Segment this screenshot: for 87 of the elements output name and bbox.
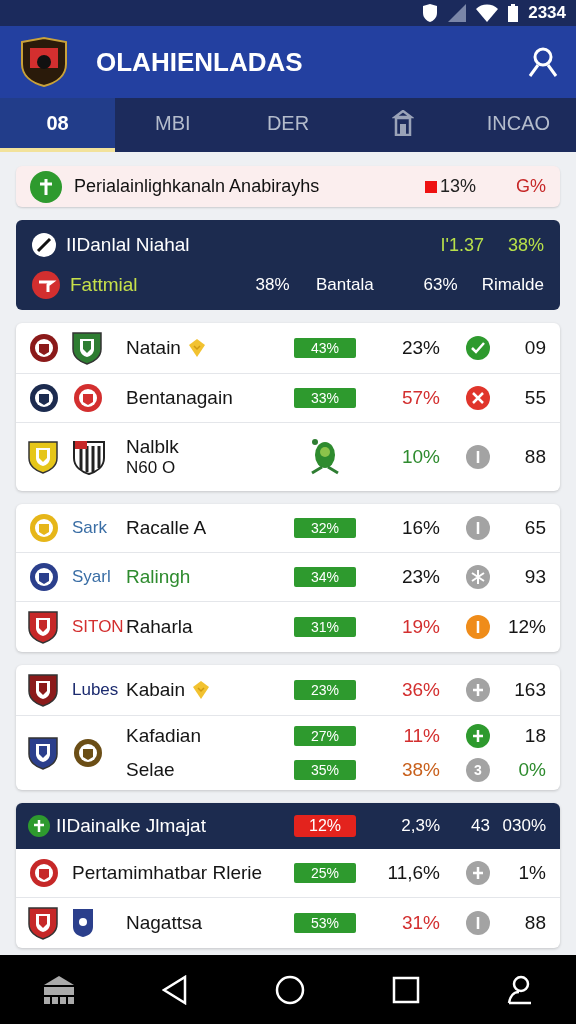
team-name: Natain xyxy=(126,337,181,359)
team-name: Pertamimhatbar Rlerie xyxy=(72,862,263,884)
percentage: 38% xyxy=(400,759,440,781)
score: 88 xyxy=(523,446,546,468)
odds-pill: 33% xyxy=(294,388,356,408)
team-code: SITON xyxy=(72,617,125,637)
team-code: Lubes xyxy=(72,680,120,700)
change-value: 13% xyxy=(439,176,476,197)
odds-pill: 34% xyxy=(294,567,356,587)
summary-cell-text: Bantala xyxy=(314,275,374,295)
score: 09 xyxy=(523,337,546,359)
shield-icon xyxy=(422,4,439,22)
score: 88 xyxy=(523,912,546,934)
summary-title: IIDanlal Niahal xyxy=(66,234,191,256)
score: 18 xyxy=(523,725,546,747)
percentage: 23% xyxy=(400,566,440,588)
clock: 2334 xyxy=(528,3,566,23)
odds-pill: 31% xyxy=(294,617,356,637)
score: 1% xyxy=(517,862,546,884)
summary-stat: 38% xyxy=(507,234,544,256)
percentage: 19% xyxy=(400,616,440,638)
header-cell-text: 43 xyxy=(470,816,490,836)
odds-pill: 53% xyxy=(294,913,356,933)
percentage: 23% xyxy=(400,337,440,359)
tab[interactable]: 08 xyxy=(0,98,116,152)
battery-icon xyxy=(508,4,519,22)
percentage: 36% xyxy=(400,679,440,701)
score: 55 xyxy=(523,387,546,409)
score: 65 xyxy=(523,517,546,539)
building-icon xyxy=(392,110,415,136)
signal-icon xyxy=(448,4,467,22)
score: 93 xyxy=(523,566,546,588)
building-icon[interactable] xyxy=(43,974,76,1005)
team-name: Selae xyxy=(126,759,175,781)
team-name: Nagattsa xyxy=(126,912,203,934)
score: 163 xyxy=(513,679,546,701)
down-marker-icon xyxy=(424,180,437,193)
profile-icon[interactable] xyxy=(506,974,533,1005)
status-badge: 3 xyxy=(466,758,490,782)
profile-icon[interactable] xyxy=(528,46,558,78)
team-code: Sark xyxy=(72,518,108,538)
percentage: 10% xyxy=(400,446,440,468)
team-name: Raharla xyxy=(126,616,193,638)
odds-pill: 25% xyxy=(294,863,356,883)
app-title: OLAHIENLADAS xyxy=(96,46,304,78)
team-name: Bentanagain xyxy=(126,387,233,409)
banner-text: Perialainlighkanaln Anabirayhs xyxy=(74,176,321,197)
tab[interactable]: MBI xyxy=(115,98,231,152)
group-title: IIDainalke Jlmajat xyxy=(56,815,206,837)
team-name: Racalle A xyxy=(126,517,207,539)
wifi-icon xyxy=(476,4,499,22)
team-subtitle: N60 O xyxy=(126,458,177,478)
logo-icon xyxy=(18,36,70,88)
percentage: 57% xyxy=(400,387,440,409)
score: 0% xyxy=(517,759,546,781)
plus-icon xyxy=(30,170,62,203)
summary-cell-text: 63% xyxy=(422,275,458,295)
odds-pill: 27% xyxy=(294,726,356,746)
team-name: Nalblk xyxy=(126,436,179,458)
team-name: Ralingh xyxy=(126,566,191,588)
home-icon[interactable] xyxy=(275,974,305,1005)
back-icon[interactable] xyxy=(162,974,189,1005)
percentage: 11% xyxy=(402,725,440,747)
tab[interactable]: DER xyxy=(230,98,346,152)
summary-cell-text: 38% xyxy=(254,275,290,295)
odds-pill: 23% xyxy=(294,680,356,700)
tab[interactable]: INCAO xyxy=(460,98,576,152)
header-cell-text: 2,3% xyxy=(400,816,440,836)
team-name: Kabain xyxy=(126,679,186,701)
header-cell-text: 030% xyxy=(501,816,546,836)
slash-icon xyxy=(32,233,56,257)
percentage: 11,6% xyxy=(386,862,440,884)
summary-cell: Rimalde xyxy=(481,275,544,295)
team-code: Syarl xyxy=(72,567,112,587)
odds-pill: 12% xyxy=(294,815,356,837)
score: 12% xyxy=(506,616,546,638)
percentage: 31% xyxy=(400,912,440,934)
banner-value: G% xyxy=(516,176,546,197)
summary-label: Fattmial xyxy=(70,274,139,296)
plus-icon xyxy=(28,815,50,837)
recents-icon[interactable] xyxy=(391,975,420,1004)
percentage: 16% xyxy=(400,517,440,539)
odds-pill: 35% xyxy=(294,760,356,780)
summary-stat: I'1.37 xyxy=(440,234,484,256)
odds-pill: 43% xyxy=(294,338,356,358)
odds-pill: 32% xyxy=(294,518,356,538)
team-name: Kafadian xyxy=(126,725,201,747)
